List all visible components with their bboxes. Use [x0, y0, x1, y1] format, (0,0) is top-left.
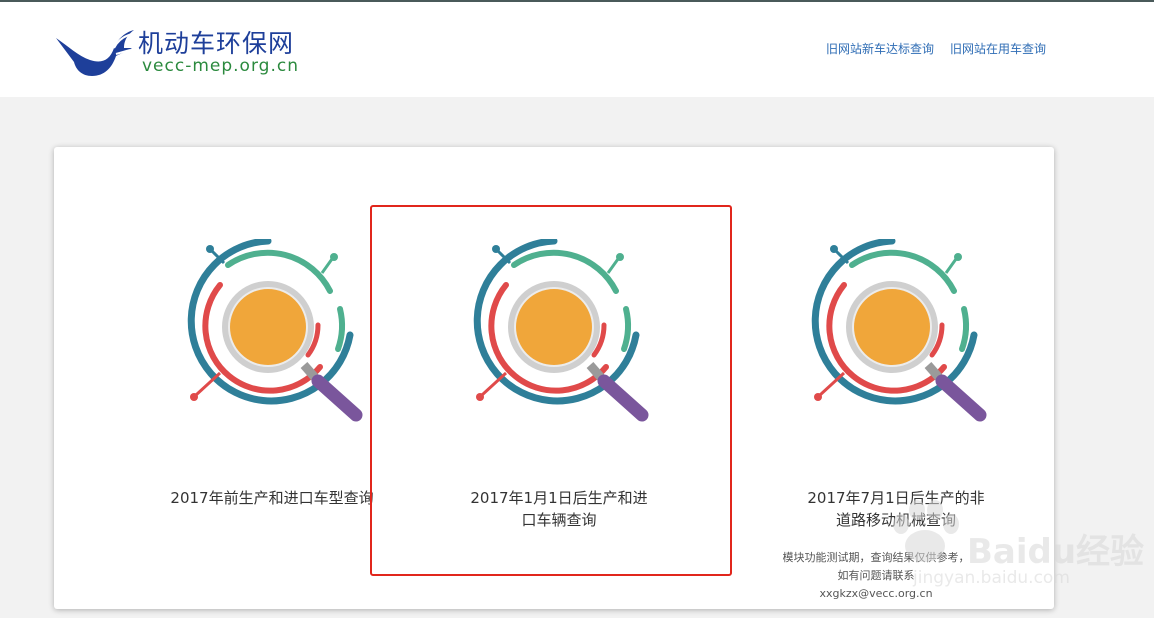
card-label: 2017年前生产和进口车型查询	[170, 489, 374, 507]
magnifier-search-icon	[811, 239, 987, 422]
logo-domain: vecc-mep.org.cn	[142, 56, 299, 76]
query-card-nonroad-machinery[interactable]: 2017年7月1日后生产的非道路移动机械查询 模块功能测试期，查询结果仅供参考，…	[783, 147, 1104, 609]
swallow-logo-icon	[56, 30, 134, 76]
query-panel: 2017年前生产和进口车型查询 2017年1月1日后生产和进口车辆查询 2017…	[54, 147, 1054, 609]
query-card-pre-2017[interactable]: 2017年前生产和进口车型查询	[122, 147, 422, 609]
nav-old-new-vehicle-query[interactable]: 旧网站新车达标查询	[826, 40, 934, 57]
site-logo[interactable]: 机动车环保网 vecc-mep.org.cn	[54, 24, 314, 80]
header: 机动车环保网 vecc-mep.org.cn 旧网站新车达标查询 旧网站在用车查…	[0, 2, 1154, 97]
magnifier-search-icon	[473, 239, 649, 422]
card-label: 2017年1月1日后生产和进口车辆查询	[470, 489, 648, 529]
notice-text: 模块功能测试期，查询结果仅供参考，如有问题请联系	[782, 551, 970, 582]
contact-email: xxgkzx@vecc.org.cn	[819, 587, 933, 600]
magnifier-search-icon	[187, 239, 363, 422]
query-card-post-2017-01[interactable]: 2017年1月1日后生产和进口车辆查询	[404, 147, 704, 609]
nav-old-in-use-vehicle-query[interactable]: 旧网站在用车查询	[950, 40, 1046, 57]
logo-chinese-name: 机动车环保网	[138, 29, 295, 58]
card-label: 2017年7月1日后生产的非道路移动机械查询	[807, 489, 985, 529]
test-period-notice: 模块功能测试期，查询结果仅供参考，如有问题请联系 xxgkzx@vecc.org…	[766, 549, 986, 603]
